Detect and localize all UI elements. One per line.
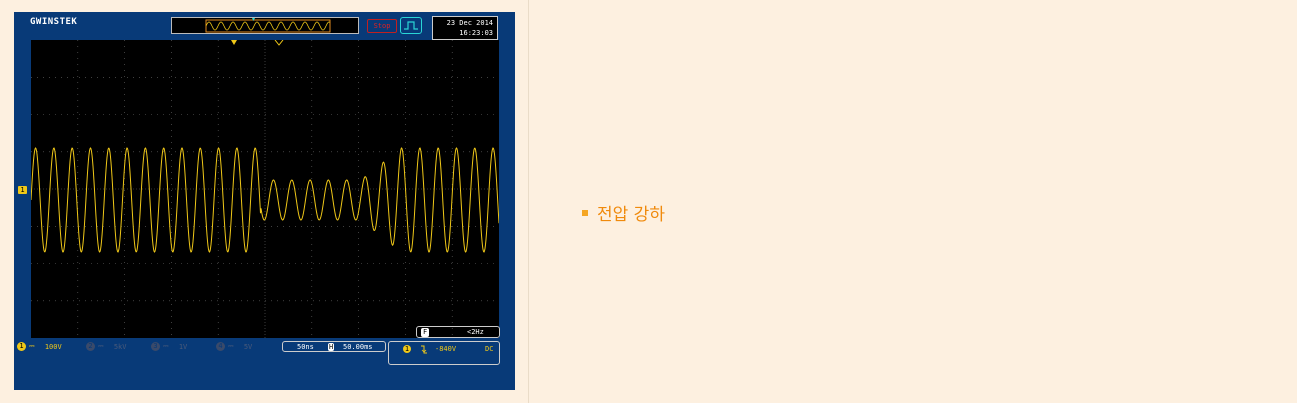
brand-logo: GWINSTEK — [30, 17, 78, 27]
trigger-coupling: DC — [485, 345, 494, 353]
overview-waveform — [205, 18, 331, 33]
date-text: 23 Dec 2014 — [446, 19, 493, 27]
waveform-plot — [31, 40, 499, 338]
ch4-status[interactable]: 4 ⎓ 5V — [216, 342, 252, 352]
bullet-item: 전압 강하 — [582, 200, 665, 225]
square-bullet-icon — [582, 209, 588, 216]
time-text: 16:23:03 — [459, 29, 493, 37]
trigger-mode-icon[interactable] — [400, 17, 422, 34]
frequency-label: F — [421, 328, 430, 337]
ch1-coupling: ⎓ — [29, 342, 35, 351]
bullet-text: 전압 강하 — [597, 205, 665, 225]
ch4-coupling: ⎓ — [228, 342, 234, 351]
ch1-status[interactable]: 1 ⎓ 100V — [17, 342, 62, 352]
ch3-scale: 1V — [178, 342, 188, 351]
frequency-value: <2Hz — [467, 328, 484, 336]
timebase-value: 50ns — [297, 343, 314, 351]
status-bar: 1 ⎓ 100V 2 ⎓ 5kV 3 ⎓ 1V 4 ⎓ 5V 50ns H 50.00m… — [14, 340, 515, 365]
horizontal-position-marker — [274, 40, 284, 46]
ch3-status[interactable]: 3 ⎓ 1V — [151, 342, 187, 352]
ch2-coupling: ⎓ — [98, 342, 104, 351]
horizontal-position-value: 50.00ms — [343, 343, 373, 351]
ch1-scale: 100V — [44, 342, 62, 351]
trigger-channel: 1 — [403, 345, 411, 353]
run-stop-indicator[interactable]: Stop — [367, 19, 397, 33]
ch2-status[interactable]: 2 ⎓ 5kV — [86, 342, 126, 352]
ch2-badge: 2 — [86, 342, 95, 351]
trigger-position-marker — [231, 40, 237, 45]
plot-svg — [31, 40, 499, 338]
falling-edge-icon — [421, 345, 427, 354]
overview-trace — [205, 21, 331, 31]
ch4-scale: 5V — [243, 342, 253, 351]
ch4-badge: 4 — [216, 342, 225, 351]
waveform-overview — [171, 17, 359, 34]
trigger-level: -840V — [435, 345, 457, 353]
ch3-coupling: ⎓ — [163, 342, 169, 351]
trigger-box[interactable]: 1 -840V DC — [388, 341, 500, 365]
ch3-badge: 3 — [151, 342, 160, 351]
frequency-counter: F <2Hz — [416, 326, 500, 338]
datetime-display: 23 Dec 2014 16:23:03 — [432, 16, 498, 40]
timebase-box[interactable]: 50ns H 50.00ms — [282, 341, 386, 352]
left-panel: GWINSTEK Stop 23 Dec 2014 16:23:03 1 F <… — [0, 0, 529, 403]
grid — [31, 40, 499, 338]
ch1-badge: 1 — [17, 342, 26, 351]
ch2-scale: 5kV — [113, 342, 127, 351]
oscilloscope-screen: GWINSTEK Stop 23 Dec 2014 16:23:03 1 F <… — [14, 12, 515, 390]
ch1-ground-marker[interactable]: 1 — [18, 186, 27, 194]
horizontal-position-icon: H — [328, 343, 335, 351]
